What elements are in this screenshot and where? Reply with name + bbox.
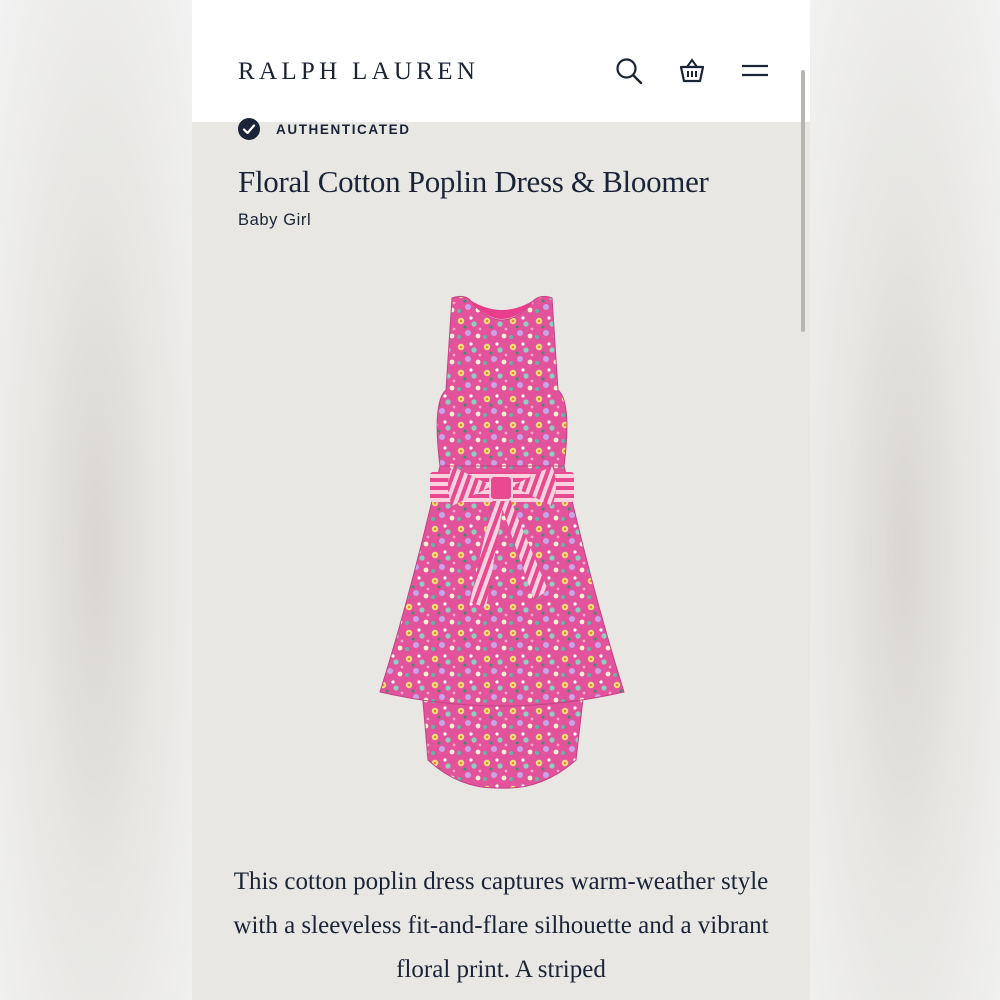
search-icon[interactable]	[614, 56, 644, 86]
check-circle-icon	[238, 118, 260, 140]
phone-screen: RALPH LAUREN AUTHENTICATED Floral Cotton…	[192, 0, 810, 1000]
right-blur-margin	[808, 0, 1000, 1000]
brand-logo[interactable]: RALPH LAUREN	[238, 58, 479, 86]
product-image[interactable]	[352, 290, 652, 800]
product-title: Floral Cotton Poplin Dress & Bloomer	[238, 164, 709, 199]
authenticated-label: AUTHENTICATED	[276, 121, 411, 137]
page-scrollbar[interactable]	[801, 70, 805, 332]
menu-icon[interactable]	[740, 56, 770, 86]
site-header: RALPH LAUREN	[192, 0, 810, 122]
left-blur-margin	[0, 0, 192, 1000]
product-description: This cotton poplin dress captures warm-w…	[233, 868, 769, 983]
authenticated-badge: AUTHENTICATED	[238, 118, 411, 140]
product-category: Baby Girl	[238, 211, 312, 229]
floral-dress-illustration	[379, 295, 625, 789]
shopping-bag-icon[interactable]	[677, 56, 707, 86]
